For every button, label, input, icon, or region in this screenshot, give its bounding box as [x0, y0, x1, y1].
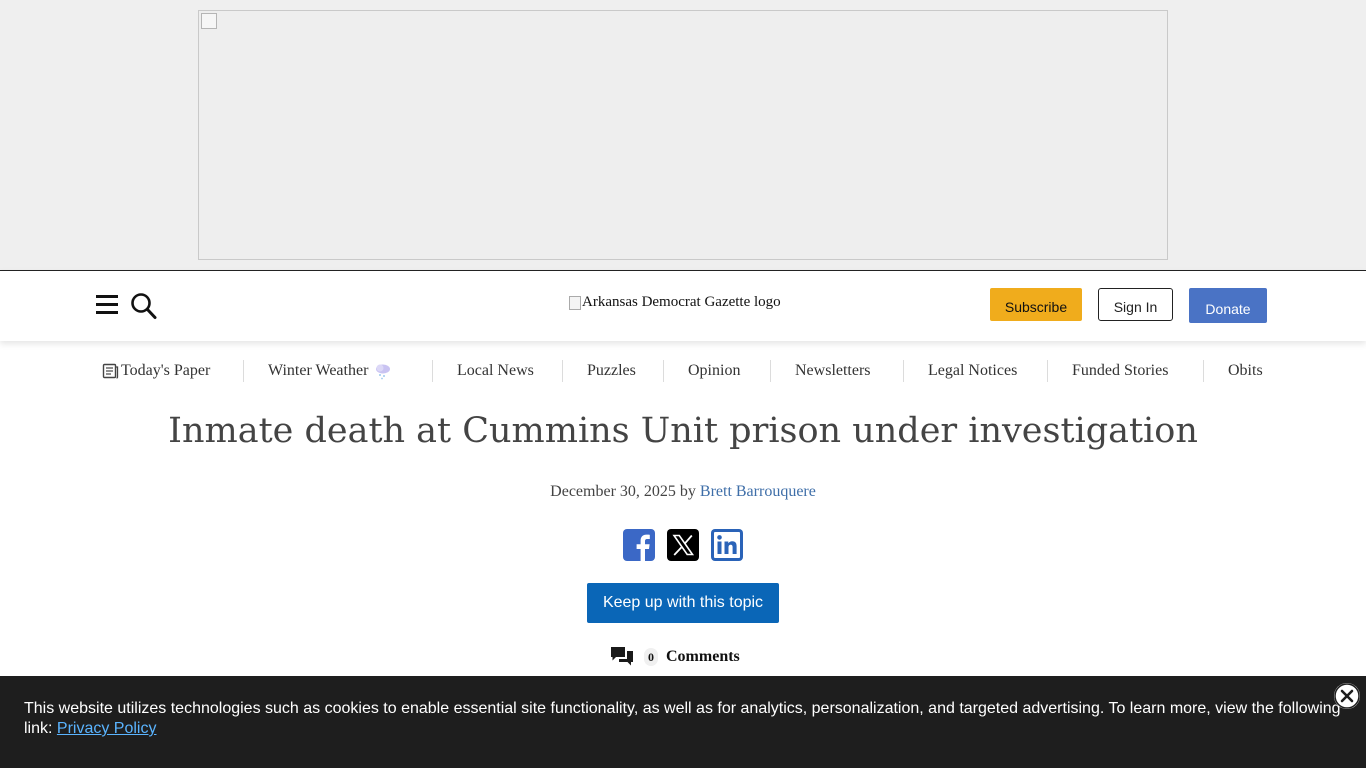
cookie-text: This website utilizes technologies such …	[24, 700, 1341, 737]
nav-divider	[903, 360, 904, 382]
section-nav: Today's Paper Winter Weather Local News …	[0, 355, 1366, 387]
article-headline: Inmate death at Cummins Unit prison unde…	[168, 411, 1198, 451]
nav-item-label: Obits	[1228, 362, 1263, 379]
nav-item-label: Local News	[457, 362, 534, 379]
ad-placeholder[interactable]	[198, 10, 1168, 260]
site-header: Arkansas Democrat Gazette logo Subscribe…	[0, 270, 1366, 341]
close-icon[interactable]	[1334, 683, 1360, 709]
nav-item-obits[interactable]: Obits	[1228, 355, 1263, 387]
nav-item-todays-paper[interactable]: Today's Paper	[102, 355, 210, 387]
nav-divider	[432, 360, 433, 382]
donate-button[interactable]: Donate	[1189, 288, 1267, 323]
hamburger-menu-icon[interactable]	[96, 295, 118, 315]
nav-divider	[663, 360, 664, 382]
keep-up-with-topic-button[interactable]: Keep up with this topic	[587, 583, 779, 623]
nav-divider	[562, 360, 563, 382]
snow-cloud-icon	[376, 364, 391, 380]
cookie-consent-banner: This website utilizes technologies such …	[0, 676, 1366, 768]
logo-alt-text: Arkansas Democrat Gazette logo	[582, 294, 781, 310]
subscribe-button[interactable]: Subscribe	[990, 288, 1082, 321]
nav-item-label: Puzzles	[587, 362, 636, 379]
nav-item-opinion[interactable]: Opinion	[688, 355, 740, 387]
nav-item-label: Funded Stories	[1072, 362, 1169, 379]
comments-icon	[611, 647, 633, 666]
linkedin-icon[interactable]	[711, 529, 743, 561]
privacy-policy-link[interactable]: Privacy Policy	[57, 720, 157, 737]
comments-label: Comments	[666, 648, 740, 665]
sign-in-button[interactable]: Sign In	[1098, 288, 1173, 321]
comments-link[interactable]: 0 Comments	[610, 643, 740, 671]
nav-item-funded-stories[interactable]: Funded Stories	[1072, 355, 1168, 387]
nav-item-newsletters[interactable]: Newsletters	[795, 355, 871, 387]
nav-item-label: Newsletters	[795, 362, 871, 379]
broken-image-icon	[201, 13, 217, 29]
search-icon[interactable]	[130, 291, 158, 321]
x-icon[interactable]	[667, 529, 699, 561]
byline-by: by	[679, 483, 696, 500]
ad-banner-area	[0, 0, 1366, 270]
nav-item-label: Winter Weather	[268, 362, 369, 379]
article-byline: December 30, 2025 by Brett Barrouquere	[0, 483, 1366, 501]
cookie-message: This website utilizes technologies such …	[24, 699, 1344, 739]
nav-item-legal-notices[interactable]: Legal Notices	[928, 355, 1017, 387]
nav-item-label: Legal Notices	[928, 362, 1018, 379]
nav-divider	[770, 360, 771, 382]
comment-count: 0	[644, 648, 658, 666]
author-link[interactable]: Brett Barrouquere	[700, 483, 816, 500]
nav-item-local-news[interactable]: Local News	[457, 355, 534, 387]
article-date: December 30, 2025	[550, 483, 676, 500]
nav-item-label: Opinion	[688, 362, 741, 379]
newspaper-icon	[102, 363, 119, 379]
nav-item-puzzles[interactable]: Puzzles	[587, 355, 636, 387]
broken-image-icon	[569, 295, 581, 310]
nav-item-winter-weather[interactable]: Winter Weather	[268, 355, 392, 387]
nav-divider	[1203, 360, 1204, 382]
facebook-icon[interactable]	[623, 529, 655, 561]
nav-item-label: Today's Paper	[121, 362, 211, 379]
site-logo[interactable]: Arkansas Democrat Gazette logo	[569, 294, 781, 311]
nav-divider	[243, 360, 244, 382]
nav-divider	[1047, 360, 1048, 382]
